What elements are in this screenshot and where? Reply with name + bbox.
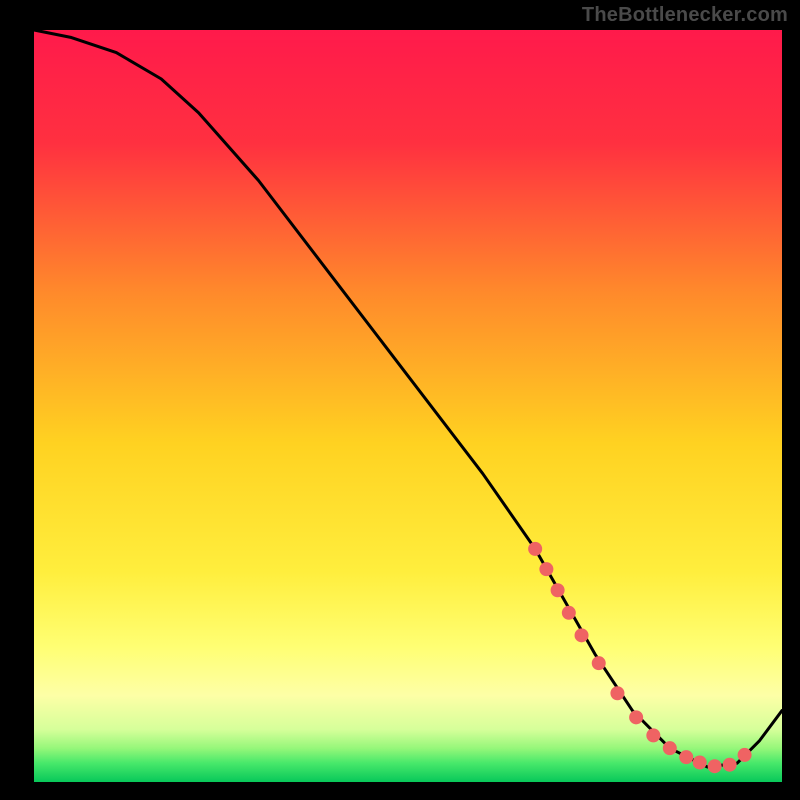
highlight-dot bbox=[723, 758, 737, 772]
highlight-dot bbox=[646, 728, 660, 742]
highlight-dot bbox=[708, 759, 722, 773]
highlight-dot bbox=[629, 710, 643, 724]
highlight-dot bbox=[610, 686, 624, 700]
highlight-dot bbox=[575, 628, 589, 642]
highlight-dot bbox=[693, 755, 707, 769]
highlight-dot bbox=[592, 656, 606, 670]
highlight-dot bbox=[551, 583, 565, 597]
highlight-dot bbox=[663, 741, 677, 755]
gradient-background bbox=[34, 30, 782, 782]
highlight-dot bbox=[528, 542, 542, 556]
watermark-text: TheBottlenecker.com bbox=[582, 4, 788, 27]
chart-svg bbox=[0, 0, 800, 800]
highlight-dot bbox=[679, 750, 693, 764]
highlight-dot bbox=[562, 606, 576, 620]
highlight-dot bbox=[738, 748, 752, 762]
chart-stage: TheBottlenecker.com bbox=[0, 0, 800, 800]
highlight-dot bbox=[539, 562, 553, 576]
